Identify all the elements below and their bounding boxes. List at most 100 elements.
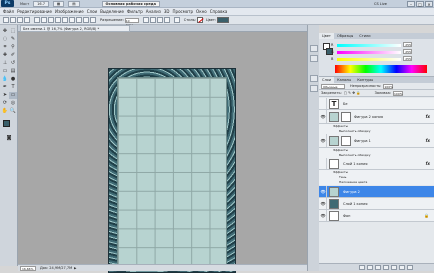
- trash-icon[interactable]: [407, 265, 413, 270]
- polygon-icon[interactable]: [69, 17, 75, 23]
- zoom-tool-icon[interactable]: 🔍: [9, 108, 17, 115]
- eye-icon[interactable]: 👁: [320, 210, 327, 221]
- red-value[interactable]: 255: [403, 42, 412, 47]
- move-tool-icon[interactable]: ✥: [1, 28, 9, 35]
- menu-select[interactable]: Выделение: [100, 9, 124, 14]
- eye-icon[interactable]: 👁: [320, 110, 327, 123]
- fill-pixels-icon[interactable]: [24, 17, 30, 23]
- menu-filter[interactable]: Фильтр: [127, 9, 143, 14]
- tab-styles[interactable]: Стили: [356, 33, 373, 39]
- brush-tool-icon[interactable]: ✐: [9, 52, 17, 59]
- menu-3d[interactable]: 3D: [164, 9, 170, 14]
- subtract-icon[interactable]: [149, 17, 156, 23]
- layer-row-selected[interactable]: 👁 Фигура 2: [319, 186, 434, 198]
- add-mask-icon[interactable]: [375, 265, 381, 270]
- 3d-rotate-tool-icon[interactable]: ⟳: [1, 100, 9, 107]
- menu-file[interactable]: Файл: [3, 9, 14, 14]
- green-track[interactable]: [337, 51, 401, 54]
- lasso-tool-icon[interactable]: ◌: [1, 36, 9, 43]
- properties-panel-icon[interactable]: [310, 55, 318, 62]
- eyedropper-tool-icon[interactable]: ⚲: [9, 44, 17, 51]
- new-layer-icon[interactable]: [399, 265, 405, 270]
- blue-track[interactable]: [337, 58, 401, 61]
- green-value[interactable]: 255: [403, 49, 412, 54]
- visibility-toggle[interactable]: [320, 98, 327, 109]
- green-slider[interactable]: G 255: [331, 49, 415, 54]
- quick-select-tool-icon[interactable]: ✎: [9, 36, 17, 43]
- bridge-button[interactable]: Мост: [20, 2, 29, 6]
- layer-row[interactable]: 👁 Фигура 1 fx: [319, 134, 434, 148]
- maximize-button[interactable]: □: [416, 1, 424, 7]
- document-canvas[interactable]: [108, 68, 236, 273]
- history-brush-tool-icon[interactable]: ↺: [9, 60, 17, 67]
- dodge-tool-icon[interactable]: ●: [9, 76, 17, 83]
- tab-swatches[interactable]: Образцы: [334, 33, 356, 39]
- status-arrow-icon[interactable]: ▶: [74, 266, 76, 270]
- opacity-field[interactable]: 100%: [383, 83, 394, 89]
- zoom-dropdown[interactable]: 16.7: [33, 0, 49, 7]
- red-slider[interactable]: R 255: [331, 42, 415, 47]
- cs-live-button[interactable]: CS Live: [374, 2, 387, 6]
- menu-view[interactable]: Просмотр: [173, 9, 194, 14]
- crop-tool-icon[interactable]: ⌗: [1, 44, 9, 51]
- layer-row[interactable]: 👁 Слой 1 копия: [319, 198, 434, 210]
- adjustments-panel-icon[interactable]: [310, 75, 318, 82]
- visibility-toggle[interactable]: [320, 158, 327, 169]
- hand-tool-icon[interactable]: ✋: [1, 108, 9, 115]
- layer-row[interactable]: 👁 Фон 🔒: [319, 210, 434, 222]
- foreground-color-swatch[interactable]: [3, 120, 10, 127]
- add-style-icon[interactable]: [367, 265, 373, 270]
- layer-row[interactable]: T Бе: [319, 98, 434, 110]
- link-layers-icon[interactable]: [359, 265, 365, 270]
- tool-preset-icon[interactable]: [3, 17, 9, 23]
- rounded-rectangle-icon[interactable]: [55, 17, 61, 23]
- workspace-switcher[interactable]: Основная рабочая среда: [101, 0, 160, 7]
- arrange-documents-button[interactable]: ▤: [68, 0, 80, 7]
- link-icon[interactable]: [173, 17, 180, 23]
- menu-image[interactable]: Изображение: [55, 9, 84, 14]
- custom-shape-icon[interactable]: [83, 17, 89, 23]
- healing-brush-tool-icon[interactable]: ✚: [1, 52, 9, 59]
- red-track[interactable]: [337, 44, 401, 47]
- view-extras-button[interactable]: ▦: [52, 0, 65, 7]
- fx-icon[interactable]: fx: [426, 161, 430, 166]
- menu-layers[interactable]: Слои: [87, 9, 97, 14]
- marquee-tool-icon[interactable]: ⬚: [9, 28, 17, 35]
- combine-icon[interactable]: [142, 17, 149, 23]
- blue-value[interactable]: 255: [403, 56, 412, 61]
- masks-panel-icon[interactable]: [310, 85, 318, 92]
- eraser-tool-icon[interactable]: ▭: [1, 68, 9, 75]
- blue-slider[interactable]: B 255: [331, 56, 415, 61]
- close-button[interactable]: ✕: [425, 1, 433, 7]
- freeform-pen-icon[interactable]: [41, 17, 47, 23]
- blend-mode-select[interactable]: Обычные: [321, 83, 345, 89]
- eye-icon[interactable]: 👁: [320, 186, 327, 197]
- menu-window[interactable]: Окно: [196, 9, 207, 14]
- color-swatch[interactable]: [217, 17, 230, 23]
- quick-mask-icon[interactable]: ◙: [5, 135, 13, 142]
- shape-layers-icon[interactable]: [10, 17, 16, 23]
- clone-stamp-tool-icon[interactable]: ⊥: [1, 60, 9, 67]
- fx-icon[interactable]: fx: [426, 114, 430, 119]
- new-group-icon[interactable]: [391, 265, 397, 270]
- eye-icon[interactable]: 👁: [320, 198, 327, 209]
- layer-row[interactable]: Слой 1 копия fx: [319, 158, 434, 170]
- blur-tool-icon[interactable]: 💧: [1, 76, 9, 83]
- fill-field[interactable]: 100%: [393, 90, 404, 96]
- ellipse-icon[interactable]: [62, 17, 68, 23]
- intersect-icon[interactable]: [156, 17, 163, 23]
- pen-icon[interactable]: [34, 17, 40, 23]
- paths-icon[interactable]: [17, 17, 23, 23]
- fx-icon[interactable]: fx: [426, 138, 430, 143]
- menu-analysis[interactable]: Анализ: [146, 9, 161, 14]
- geometry-options-icon[interactable]: [90, 17, 96, 23]
- type-tool-icon[interactable]: T: [9, 84, 17, 91]
- document-tab[interactable]: Без имени-1 @ 16,7% (Фигура 2, RGB/8) *: [20, 25, 130, 32]
- tab-color[interactable]: Цвет: [319, 33, 334, 39]
- zoom-field[interactable]: 16,66%: [20, 265, 36, 271]
- 3d-orbit-tool-icon[interactable]: ◎: [9, 100, 17, 107]
- pen-tool-icon[interactable]: ✒: [1, 84, 9, 91]
- gradient-tool-icon[interactable]: ▤: [9, 68, 17, 75]
- color-spectrum[interactable]: [335, 65, 427, 73]
- canvas-area[interactable]: [18, 32, 307, 273]
